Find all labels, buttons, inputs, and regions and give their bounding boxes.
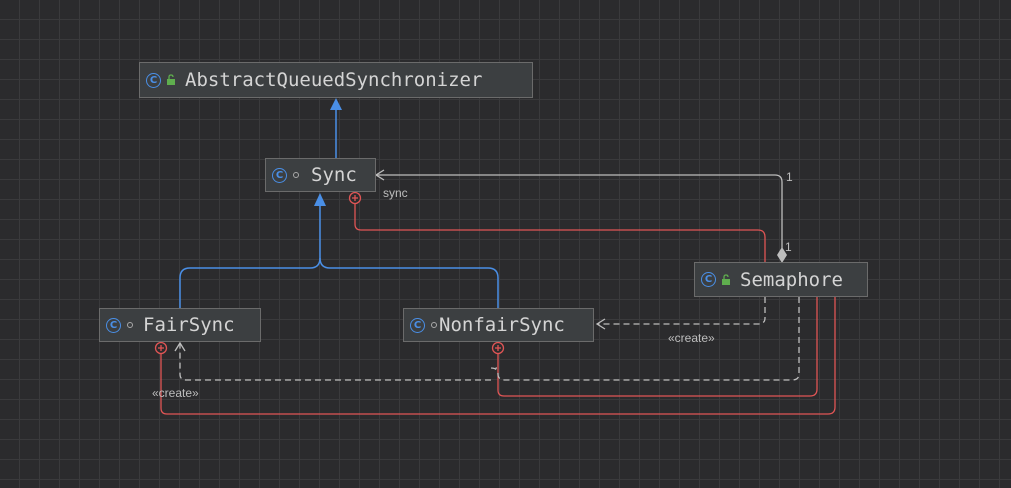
inheritance-subclasses-sync [179, 193, 499, 310]
class-name: Sync [311, 164, 357, 186]
dependency-create-nonfairsync [595, 297, 766, 330]
edge-label-create-nonfairsync: «create» [668, 331, 715, 345]
edge-label-sync-field: sync [383, 186, 408, 200]
composition-semaphore-sync [374, 169, 787, 263]
class-icon: C [272, 167, 287, 183]
edge-label-create-fairsync: «create» [152, 386, 199, 400]
class-name: NonfairSync [439, 314, 565, 336]
class-node-nonfairsync[interactable]: C NonfairSync [403, 308, 594, 342]
diagram-canvas: C AbstractQueuedSynchronizer C Sync C Fa… [0, 0, 1011, 488]
class-icon: C [410, 317, 425, 333]
class-icon: C [701, 272, 716, 287]
public-lock-icon [722, 273, 730, 285]
class-name: Semaphore [740, 268, 843, 291]
package-private-dot-icon [431, 322, 437, 328]
package-private-dot-icon [293, 172, 299, 178]
class-node-sync[interactable]: C Sync [265, 158, 376, 192]
class-node-semaphore[interactable]: C Semaphore [694, 262, 868, 297]
class-name: AbstractQueuedSynchronizer [185, 69, 483, 91]
class-node-fairsync[interactable]: C FairSync [99, 308, 261, 342]
class-icon: C [106, 317, 121, 333]
public-lock-icon [167, 74, 175, 85]
package-private-dot-icon [127, 322, 133, 328]
inner-class-sync-semaphore [348, 191, 766, 262]
class-node-abstractqueuedsynchronizer[interactable]: C AbstractQueuedSynchronizer [139, 62, 533, 98]
class-icon: C [146, 72, 161, 88]
inheritance-sync-aqs [330, 98, 342, 158]
edge-label-multiplicity-target: 1 [786, 170, 793, 184]
class-name: FairSync [143, 314, 235, 336]
edge-label-multiplicity-source: 1 [785, 240, 792, 254]
